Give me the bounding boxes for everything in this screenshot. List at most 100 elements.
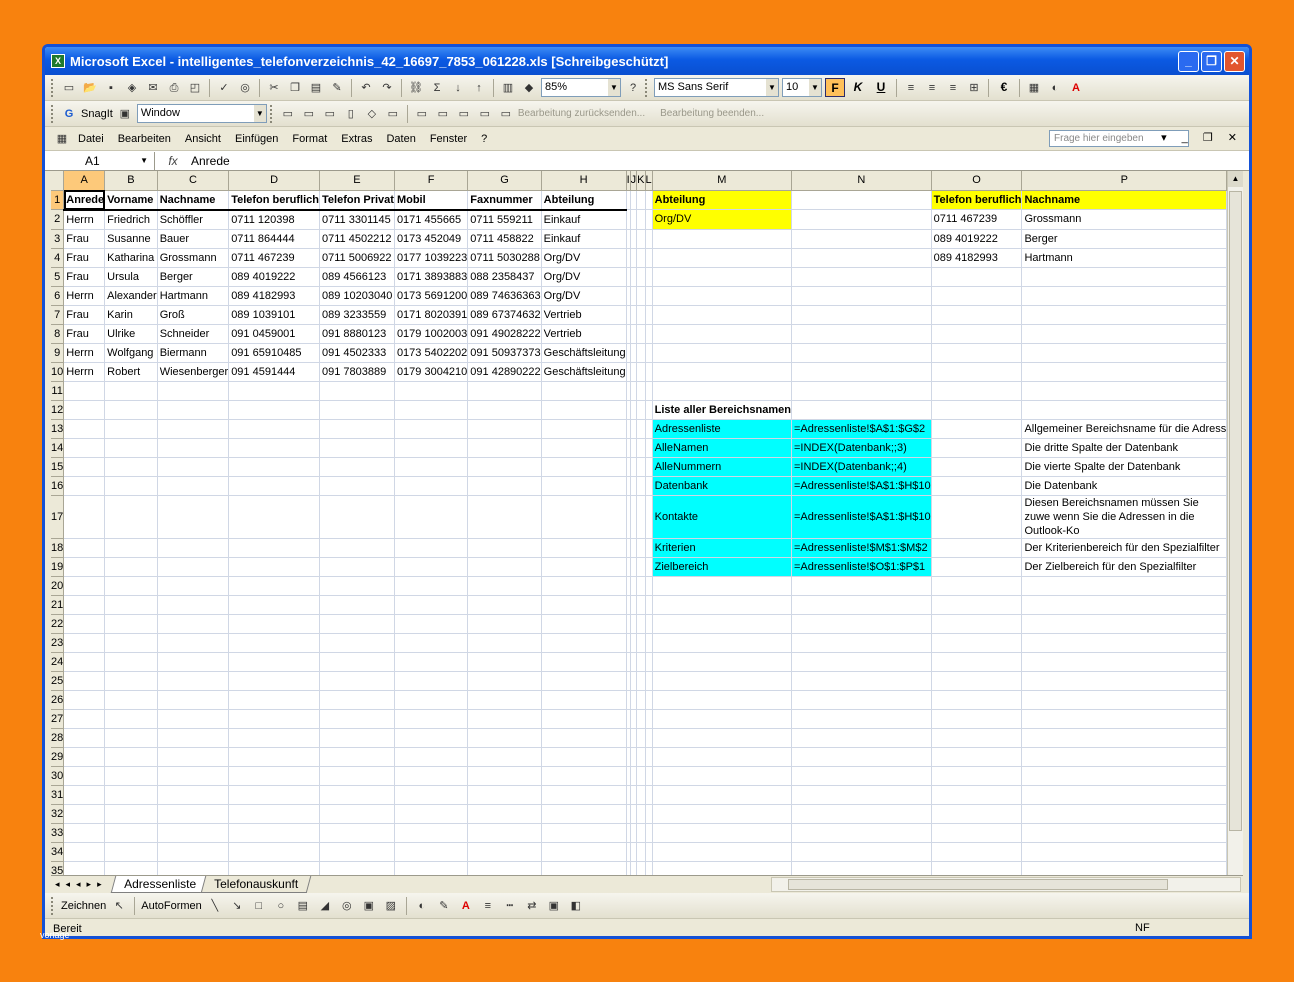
cell[interactable]: 088 2358437 [467,267,542,287]
cell[interactable] [1021,842,1228,862]
toolbar-grip[interactable] [645,78,648,97]
cell[interactable] [1021,690,1228,710]
cell[interactable] [541,804,627,824]
cell[interactable] [541,381,627,401]
cell[interactable]: Herrn [63,343,106,363]
cell[interactable] [319,419,395,439]
row-header[interactable]: 14 [51,438,65,458]
menu-help[interactable]: ? [474,133,494,145]
cell[interactable]: Alexander [104,286,158,306]
cell[interactable] [467,747,542,767]
cell[interactable] [636,823,646,843]
arrow-icon[interactable]: ↘ [228,897,246,915]
cell[interactable]: 091 50937373 [467,343,542,363]
cell[interactable]: Die dritte Spalte der Datenbank [1021,438,1228,458]
cell[interactable]: Susanne [104,229,158,249]
cell[interactable] [1021,747,1228,767]
cell[interactable] [931,286,1023,306]
cell[interactable]: 091 42890222 [467,362,542,382]
cell[interactable] [791,671,932,691]
row-header[interactable]: 24 [51,652,65,672]
cell[interactable] [636,419,646,439]
cell[interactable]: 091 65910485 [228,343,320,363]
cell[interactable] [157,766,230,786]
row-header[interactable]: 7 [51,305,65,325]
cell[interactable] [467,400,542,420]
cell[interactable] [541,709,627,729]
cell[interactable] [104,381,158,401]
cell[interactable] [467,419,542,439]
vertical-scrollbar[interactable]: ▲ [1227,171,1243,875]
cell[interactable] [228,419,320,439]
row-header[interactable]: 13 [51,419,65,439]
scroll-thumb[interactable] [1229,191,1242,831]
cell[interactable]: 0711 559211 [467,209,542,230]
cell[interactable] [467,381,542,401]
cell[interactable]: 0179 3004210 [394,362,469,382]
tab-telefonauskunft[interactable]: Telefonauskunft [200,876,312,893]
capture-mode-select[interactable]: Window ▼ [136,104,267,123]
cell[interactable] [652,343,792,363]
cell[interactable] [645,861,653,875]
cell[interactable] [228,614,320,634]
cell[interactable] [157,823,230,843]
cell[interactable]: Kriterien [652,538,792,558]
cell[interactable] [394,457,469,477]
cell[interactable] [394,861,469,875]
cell[interactable] [319,842,395,862]
cell[interactable]: Vertrieb [541,324,627,344]
comment-icon[interactable]: ▭ [413,105,431,123]
cell[interactable] [791,652,932,672]
cell[interactable]: Abteilung [652,190,792,210]
cell[interactable] [791,709,932,729]
toolbar-grip[interactable] [51,104,54,123]
cell[interactable] [104,457,158,477]
cell[interactable] [645,785,653,805]
cell[interactable] [931,823,1023,843]
cell[interactable]: 0711 467239 [931,209,1023,230]
cell[interactable] [63,438,106,458]
cell[interactable] [228,842,320,862]
cell[interactable] [228,709,320,729]
cell[interactable]: Die Datenbank [1021,476,1228,496]
cell[interactable] [645,457,653,477]
column-header[interactable]: E [319,171,395,191]
cell[interactable] [63,400,106,420]
cell[interactable] [394,400,469,420]
review-send-button[interactable]: Bearbeitung zurücksenden... [518,108,645,119]
cell[interactable] [636,747,646,767]
cell[interactable] [791,286,932,306]
autoshapes-button[interactable]: AutoFormen [141,900,202,912]
cell[interactable]: 0173 5691200 [394,286,469,306]
column-header[interactable]: A [63,171,106,191]
cell[interactable] [791,576,932,596]
cell[interactable] [394,419,469,439]
3d-icon[interactable]: ◧ [567,897,585,915]
capture-icon[interactable]: ▣ [116,105,134,123]
row-header[interactable]: 6 [51,286,65,306]
shadow-icon[interactable]: ▣ [545,897,563,915]
cell[interactable]: =Adressenliste!$O$1:$P$1 [791,557,932,577]
cell[interactable] [157,652,230,672]
cell[interactable] [931,595,1023,615]
cell[interactable] [645,804,653,824]
spreadsheet-grid[interactable]: ABCDEFGHIJKLMNOPQR 1AnredeVornameNachnam… [51,171,1231,875]
cell[interactable]: AlleNamen [652,438,792,458]
zoom-select[interactable]: 85% ▼ [541,78,621,97]
cell[interactable] [319,823,395,843]
format-painter-icon[interactable]: ✎ [328,79,346,97]
cell[interactable] [636,709,646,729]
cell[interactable] [652,652,792,672]
cell[interactable] [931,343,1023,363]
cell[interactable] [931,381,1023,401]
cell[interactable]: Herrn [63,209,106,230]
cell[interactable] [63,557,106,577]
cell[interactable] [652,728,792,748]
cell[interactable] [467,457,542,477]
cell[interactable] [394,785,469,805]
cell[interactable] [931,766,1023,786]
doc-icon[interactable]: ▭ [384,105,402,123]
cell[interactable] [228,785,320,805]
cell[interactable] [1021,400,1228,420]
cell[interactable] [467,557,542,577]
